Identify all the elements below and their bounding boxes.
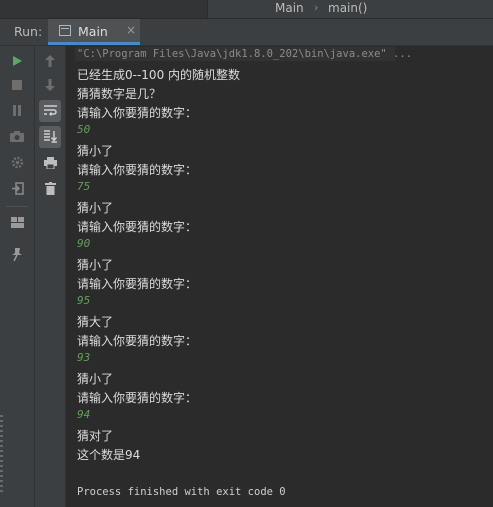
console-line: 请输入你要猜的数字： <box>77 391 198 405</box>
breadcrumb-class[interactable]: Main <box>275 1 304 15</box>
breadcrumb-method[interactable]: main() <box>328 1 367 15</box>
console-output[interactable]: "C:\Program Files\Java\jdk1.8.0_202\bin\… <box>66 46 493 507</box>
console-line: 请输入你要猜的数字： <box>77 106 198 120</box>
console-line: 猜大了 <box>77 315 114 329</box>
run-tool-window-header: Run: Main × <box>0 19 493 46</box>
pause-icon[interactable] <box>6 100 28 122</box>
editor-breadcrumb-bar: Main › main() <box>0 0 493 18</box>
settings-icon[interactable] <box>6 152 28 174</box>
console-line: 猜小了 <box>77 144 114 158</box>
user-input-line: 50 <box>77 123 91 136</box>
tab-label: Main <box>78 24 108 39</box>
trash-icon[interactable] <box>39 178 61 200</box>
console-line: 猜对了 <box>77 429 114 443</box>
layout-icon[interactable] <box>6 212 28 234</box>
user-input-line: 90 <box>77 237 91 250</box>
up-arrow-icon[interactable] <box>39 50 61 72</box>
console-line: 猜小了 <box>77 258 114 272</box>
ide-window: Main › main() Run: Main × "C:\Program Fi… <box>0 0 493 507</box>
breadcrumb-separator: › <box>314 1 319 14</box>
console-line: 请输入你要猜的数字： <box>77 163 198 177</box>
console-line: 猜猜数字是几？ <box>77 87 162 101</box>
toolbar-divider <box>6 206 28 207</box>
print-icon[interactable] <box>39 152 61 174</box>
stop-icon[interactable] <box>6 74 28 96</box>
user-input-line: 93 <box>77 351 91 364</box>
tab-main[interactable]: Main × <box>48 19 140 45</box>
run-label: Run: <box>14 24 43 39</box>
soft-wrap-icon[interactable] <box>39 100 61 122</box>
down-arrow-icon[interactable] <box>39 74 61 96</box>
user-input-line: 94 <box>77 408 91 421</box>
user-input-line: 75 <box>77 180 91 193</box>
console-window-icon <box>59 25 71 36</box>
edge-scroll-marks <box>0 415 3 495</box>
exit-icon[interactable] <box>6 178 28 200</box>
pin-icon[interactable] <box>6 244 28 266</box>
close-tab-icon[interactable]: × <box>126 23 136 37</box>
console-line: 这个数是94 <box>77 448 141 462</box>
console-line: 猜小了 <box>77 201 114 215</box>
process-exit-line: Process finished with exit code 0 <box>77 486 286 498</box>
console-line: 请输入你要猜的数字： <box>77 334 198 348</box>
console-line: 请输入你要猜的数字： <box>77 220 198 234</box>
command-line[interactable]: "C:\Program Files\Java\jdk1.8.0_202\bin\… <box>77 48 412 60</box>
console-line: 已经生成0--100 内的随机整数 <box>77 68 241 82</box>
user-input-line: 95 <box>77 294 91 307</box>
console-line: 猜小了 <box>77 372 114 386</box>
editor-left-gutter <box>0 0 208 18</box>
run-actions-toolbar <box>0 46 35 507</box>
run-icon[interactable] <box>6 50 28 72</box>
camera-icon[interactable] <box>6 126 28 148</box>
console-line: 请输入你要猜的数字： <box>77 277 198 291</box>
console-actions-toolbar <box>35 46 66 507</box>
scroll-to-end-icon[interactable] <box>39 126 61 148</box>
